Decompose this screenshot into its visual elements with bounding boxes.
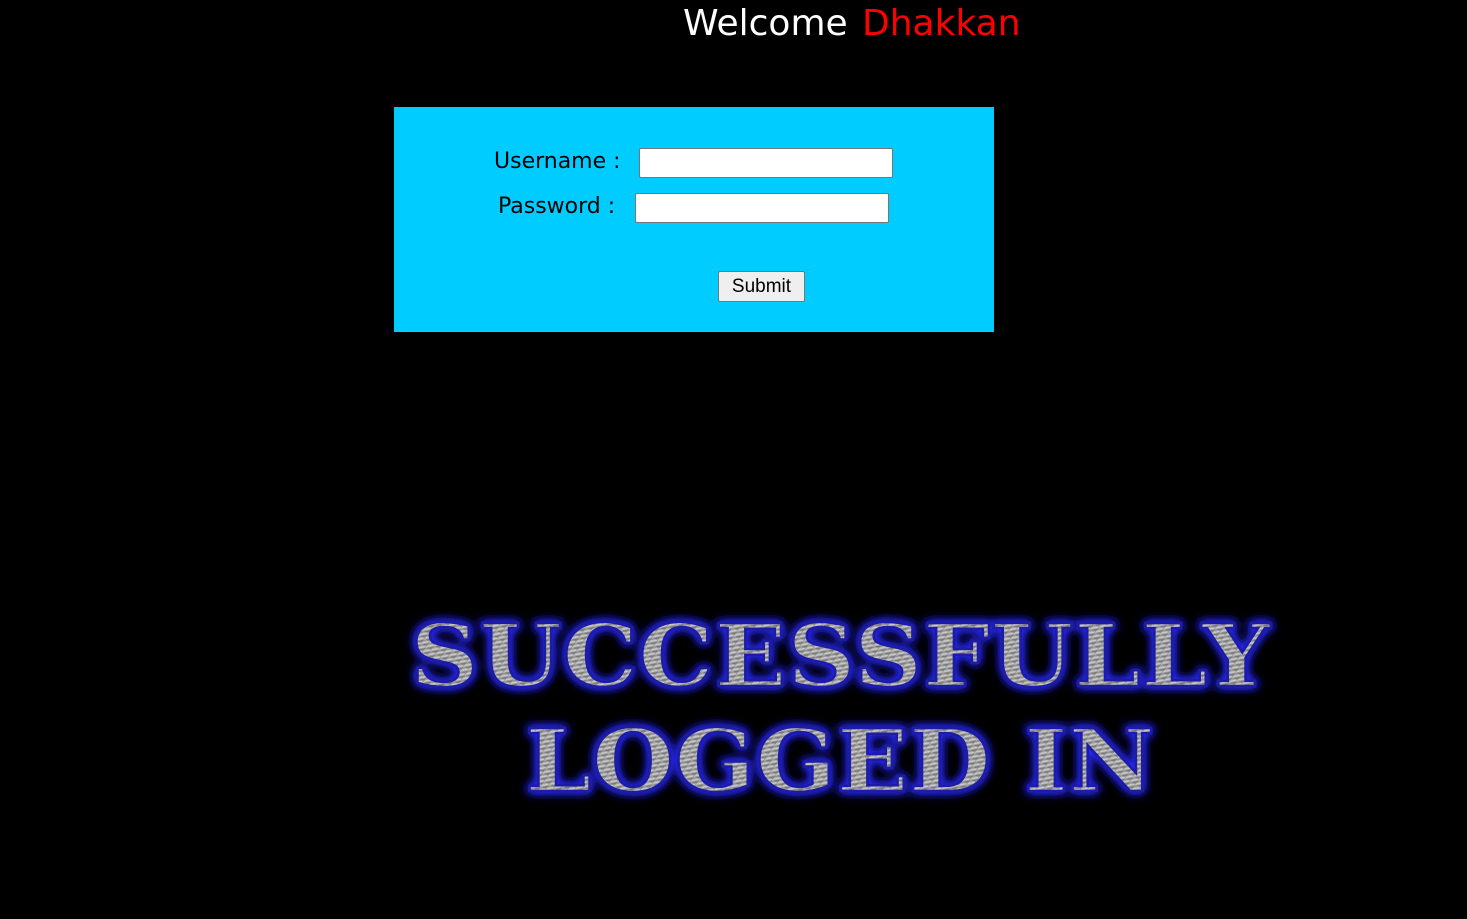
login-form: Username : Password : Submit [394,107,994,332]
user-name: Dhakkan [862,3,1021,44]
username-label: Username : [494,149,621,174]
submit-button[interactable]: Submit [718,271,805,302]
success-banner-graphic: SUCCESSFULLY LOGGED IN [409,605,1273,811]
username-input[interactable] [639,148,893,178]
welcome-text: Welcome [683,3,848,44]
password-label: Password : [498,194,616,219]
password-input[interactable] [635,193,889,223]
welcome-header: Welcome Dhakkan [0,0,1467,50]
banner-line-2: LOGGED IN [525,711,1155,811]
banner-line-1: SUCCESSFULLY [410,606,1272,707]
success-banner-image: SUCCESSFULLY LOGGED IN [395,596,1295,811]
